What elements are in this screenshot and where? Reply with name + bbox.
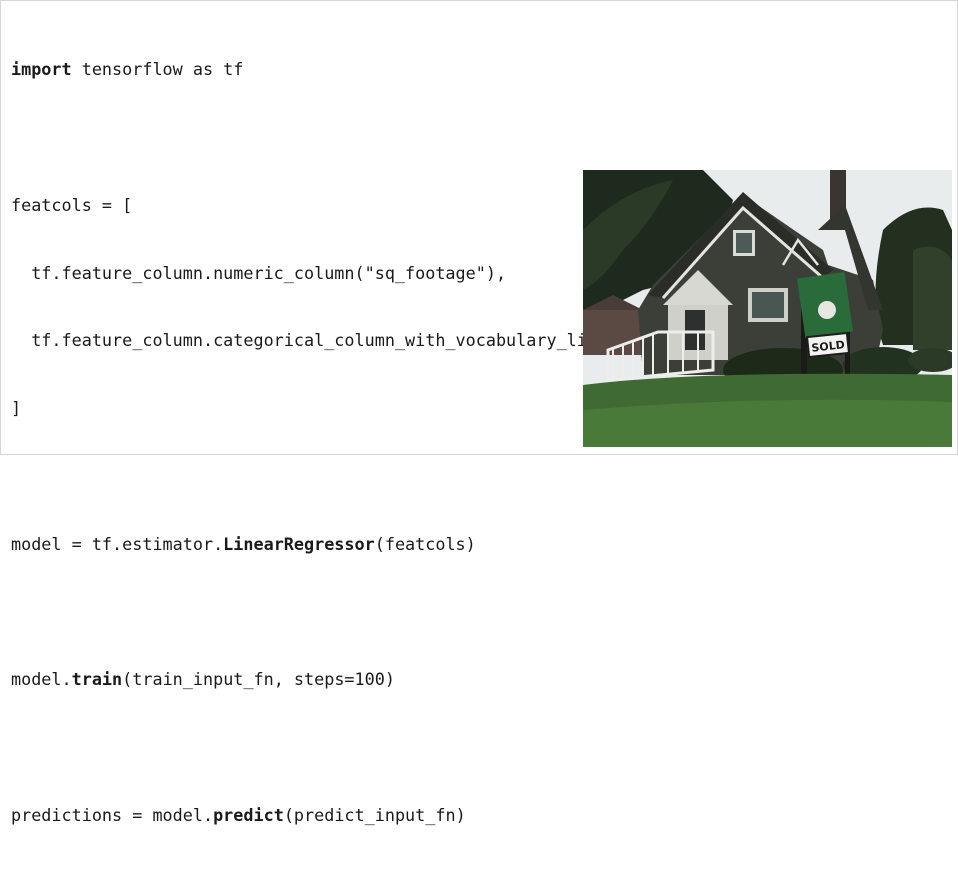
code-line-12: predictions = model.predict(predict_inpu… — [11, 804, 466, 825]
house-photo: SOLD — [583, 170, 952, 447]
code-line-10: model.train(train_input_fn, steps=100) — [11, 669, 395, 690]
slide-frame: import tensorflow as tf featcols = [ tf.… — [0, 0, 958, 825]
code-line-1: import tensorflow as tf — [11, 59, 244, 80]
code-line-8: model = tf.estimator.LinearRegressor(fea… — [11, 533, 476, 554]
